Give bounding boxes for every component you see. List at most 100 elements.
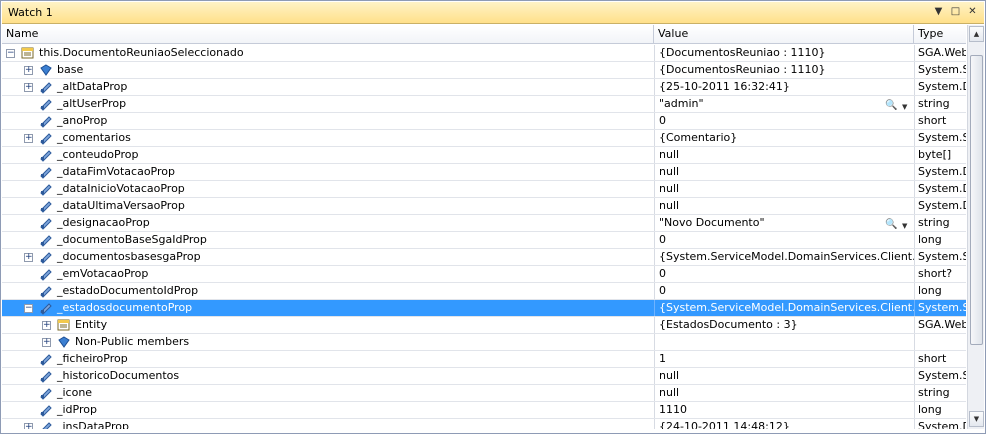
watch-row[interactable]: _anoProp 0 short <box>2 113 966 130</box>
name-cell[interactable]: − this.DocumentoReuniaoSeleccionado <box>2 45 653 61</box>
type-cell: string <box>914 385 966 401</box>
value-cell[interactable]: 0 <box>654 266 914 282</box>
value-cell[interactable]: {System.ServiceModel.DomainServices.Clie… <box>654 249 914 265</box>
field-icon <box>38 97 54 111</box>
watch-row[interactable]: + base {DocumentosReuniao : 1110} System.S <box>2 62 966 79</box>
value-cell[interactable]: {Comentario} <box>654 130 914 146</box>
scroll-down-button[interactable]: ▼ <box>969 411 984 427</box>
watch-row[interactable]: _ficheiroProp 1 short <box>2 351 966 368</box>
name-cell[interactable]: _conteudoProp <box>2 147 653 163</box>
name-cell[interactable]: + Non-Public members <box>2 334 653 350</box>
name-cell[interactable]: − _estadosdocumentoProp <box>2 300 653 316</box>
text-visualizer-icon[interactable]: 🔍 <box>885 98 897 112</box>
value-cell[interactable]: 1110 <box>654 402 914 418</box>
restore-icon[interactable]: □ <box>950 5 961 18</box>
value-cell[interactable]: {System.ServiceModel.DomainServices.Clie… <box>654 300 914 316</box>
name-cell[interactable]: _anoProp <box>2 113 653 129</box>
expand-icon[interactable]: + <box>24 423 33 429</box>
value-cell[interactable]: "Novo Documento" 🔍 ▼ <box>654 215 914 231</box>
value-cell[interactable]: null <box>654 147 914 163</box>
watch-row[interactable]: _icone null string <box>2 385 966 402</box>
expand-icon[interactable]: + <box>42 321 51 330</box>
value-cell[interactable]: 0 <box>654 283 914 299</box>
watch-row[interactable]: _designacaoProp "Novo Documento" 🔍 ▼ string <box>2 215 966 232</box>
value-cell[interactable]: null <box>654 385 914 401</box>
watch-row[interactable]: _dataInicioVotacaoProp null System.D <box>2 181 966 198</box>
name-cell[interactable]: _designacaoProp <box>2 215 653 231</box>
collapse-icon[interactable]: − <box>6 49 15 58</box>
watch-row[interactable]: _conteudoProp null byte[] <box>2 147 966 164</box>
column-value[interactable]: Value <box>654 25 914 44</box>
value-cell[interactable]: {25-10-2011 16:32:41} <box>654 79 914 95</box>
name-cell[interactable]: _dataInicioVotacaoProp <box>2 181 653 197</box>
name-cell[interactable]: + _comentarios <box>2 130 653 146</box>
watch-row[interactable]: + _altDataProp {25-10-2011 16:32:41} System… <box>2 79 966 96</box>
name-cell[interactable]: + _documentosbasesgaProp <box>2 249 653 265</box>
name-cell[interactable]: _idProp <box>2 402 653 418</box>
value-cell[interactable]: 0 <box>654 232 914 248</box>
watch-row[interactable]: _dataUltimaVersaoProp null System.D <box>2 198 966 215</box>
watch-row[interactable]: + _insDataProp {24-10-2011 14:48:12} System… <box>2 419 966 429</box>
name-cell[interactable]: _dataUltimaVersaoProp <box>2 198 653 214</box>
text-visualizer-icon[interactable]: 🔍 <box>885 217 897 231</box>
value-cell[interactable]: null <box>654 368 914 384</box>
watch-row[interactable]: + Entity {EstadosDocumento : 3} SGA.Web <box>2 317 966 334</box>
name-cell[interactable]: _documentoBaseSgaIdProp <box>2 232 653 248</box>
watch-value: 1 <box>659 352 666 365</box>
watch-row[interactable]: − this.DocumentoReuniaoSeleccionado {Docum… <box>2 45 966 62</box>
column-type[interactable]: Type <box>914 25 966 44</box>
watch-name: _ficheiroProp <box>57 352 128 365</box>
watch-row[interactable]: _idProp 1110 long <box>2 402 966 419</box>
watch-row[interactable]: − _estadosdocumentoProp {System.ServiceMod… <box>2 300 966 317</box>
value-cell[interactable]: null <box>654 198 914 214</box>
value-cell[interactable]: {DocumentosReuniao : 1110} <box>654 62 914 78</box>
watch-row[interactable]: _estadoDocumentoIdProp 0 long <box>2 283 966 300</box>
name-cell[interactable]: + Entity <box>2 317 653 333</box>
name-cell[interactable]: _altUserProp <box>2 96 653 112</box>
expand-icon[interactable]: + <box>42 338 51 347</box>
watch-row[interactable]: _emVotacaoProp 0 short? <box>2 266 966 283</box>
column-name[interactable]: Name <box>2 25 654 44</box>
watch-row[interactable]: _dataFimVotacaoProp null System.D <box>2 164 966 181</box>
value-cell[interactable] <box>654 334 914 350</box>
collapse-icon[interactable]: − <box>24 304 33 313</box>
value-cell[interactable]: null <box>654 181 914 197</box>
value-cell[interactable]: null <box>654 164 914 180</box>
scroll-thumb[interactable] <box>970 55 983 345</box>
watch-name: Entity <box>75 318 108 331</box>
scroll-up-button[interactable]: ▲ <box>969 26 984 42</box>
name-cell[interactable]: _icone <box>2 385 653 401</box>
watch-row[interactable]: + Non-Public members <box>2 334 966 351</box>
expand-icon[interactable]: + <box>24 66 33 75</box>
vertical-scrollbar[interactable]: ▲ ▼ <box>967 25 984 429</box>
watch-row[interactable]: _historicoDocumentos null System.S <box>2 368 966 385</box>
value-cell[interactable]: 0 <box>654 113 914 129</box>
close-icon[interactable]: ✕ <box>967 5 978 18</box>
watch-row[interactable]: _documentoBaseSgaIdProp 0 long <box>2 232 966 249</box>
name-cell[interactable]: + _altDataProp <box>2 79 653 95</box>
value-cell[interactable]: "admin" 🔍 ▼ <box>654 96 914 112</box>
watch-row[interactable]: + _documentosbasesgaProp {System.ServiceMo… <box>2 249 966 266</box>
expand-icon[interactable]: + <box>24 253 33 262</box>
name-cell[interactable]: _ficheiroProp <box>2 351 653 367</box>
watch-name: _insDataProp <box>57 420 129 429</box>
value-cell[interactable]: 1 <box>654 351 914 367</box>
visualizer-dropdown-icon[interactable]: ▼ <box>902 218 907 231</box>
name-cell[interactable]: _historicoDocumentos <box>2 368 653 384</box>
name-cell[interactable]: _emVotacaoProp <box>2 266 653 282</box>
window-menu-arrow-icon[interactable]: ▼ <box>933 5 944 18</box>
watch-row[interactable]: _altUserProp "admin" 🔍 ▼ string <box>2 96 966 113</box>
visualizer-dropdown-icon[interactable]: ▼ <box>902 99 907 112</box>
value-cell[interactable]: {EstadosDocumento : 3} <box>654 317 914 333</box>
expand-icon[interactable]: + <box>24 134 33 143</box>
watch-row[interactable]: + _comentarios {Comentario} System.S <box>2 130 966 147</box>
expand-icon[interactable]: + <box>24 83 33 92</box>
field-icon <box>38 199 54 213</box>
name-cell[interactable]: _dataFimVotacaoProp <box>2 164 653 180</box>
type-cell: System.S <box>914 130 966 146</box>
name-cell[interactable]: + base <box>2 62 653 78</box>
value-cell[interactable]: {DocumentosReuniao : 1110} <box>654 45 914 61</box>
name-cell[interactable]: _estadoDocumentoIdProp <box>2 283 653 299</box>
name-cell[interactable]: + _insDataProp <box>2 419 653 429</box>
value-cell[interactable]: {24-10-2011 14:48:12} <box>654 419 914 429</box>
